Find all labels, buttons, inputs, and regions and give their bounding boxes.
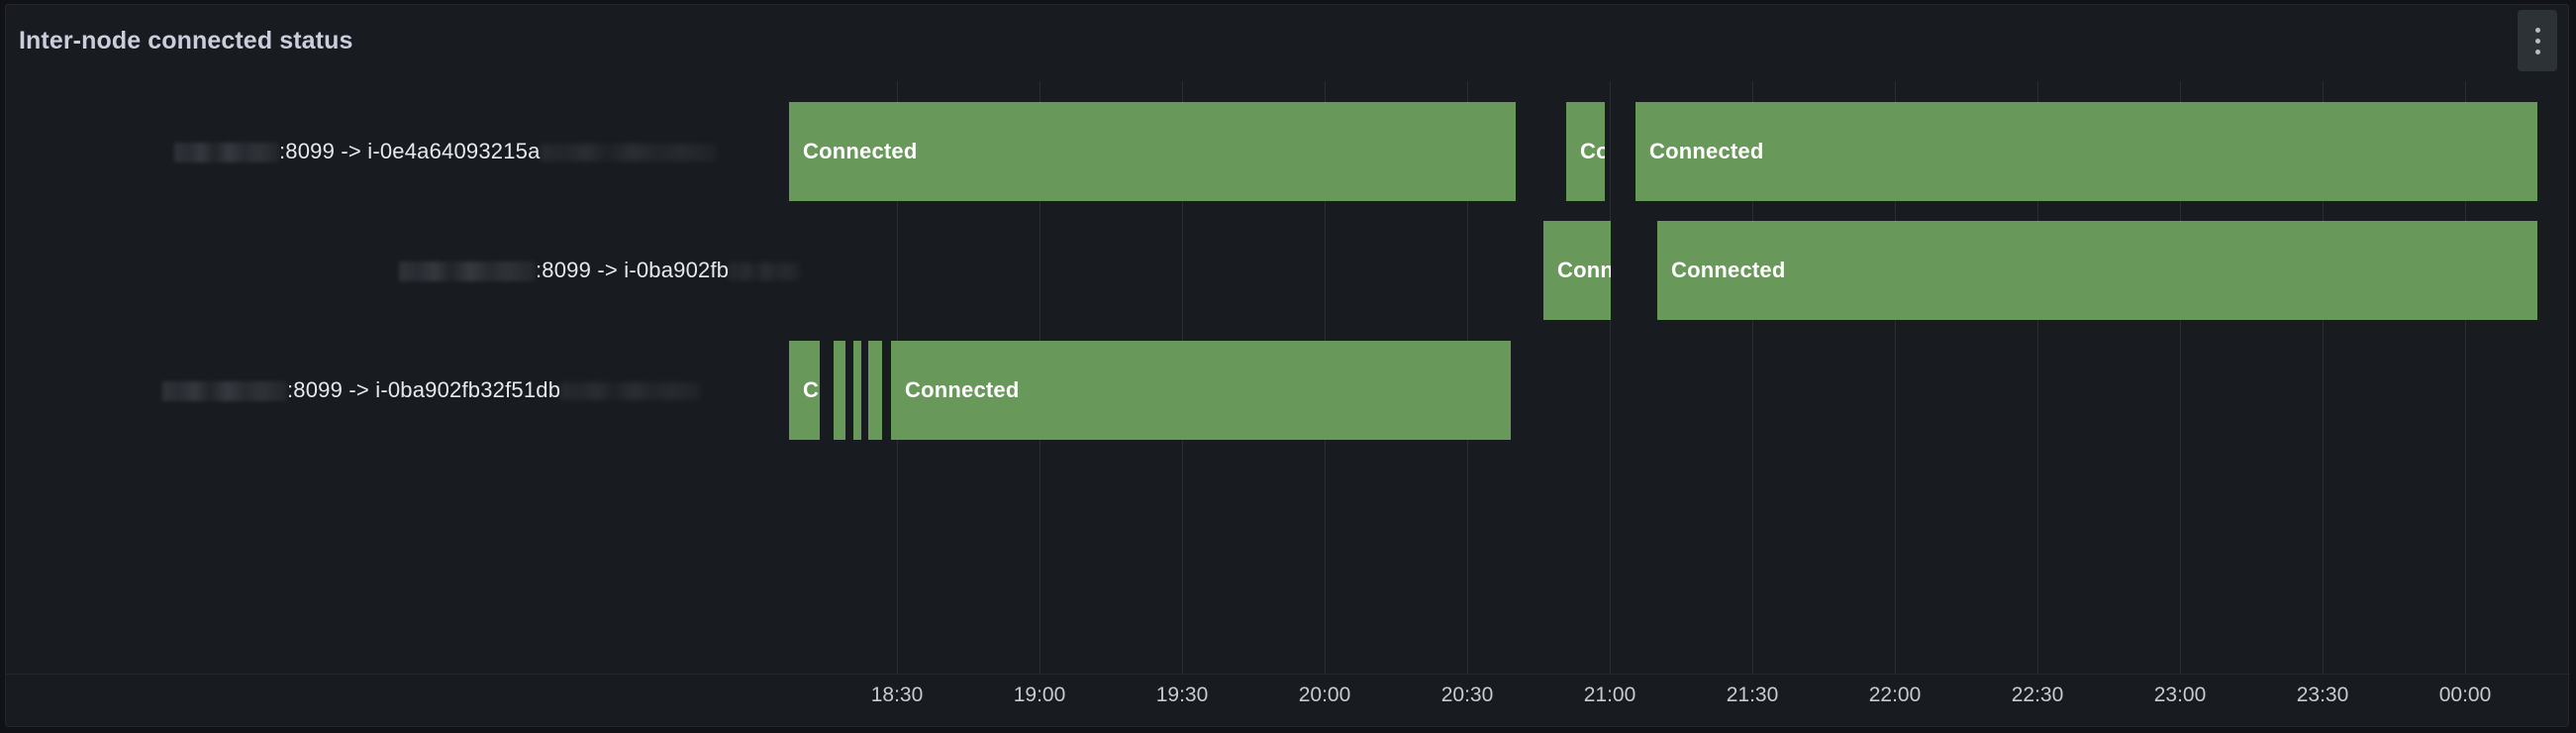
kebab-menu-icon-dot-3 [2534, 49, 2540, 54]
x-axis-tick-label: 20:30 [1440, 683, 1494, 706]
state-bar-connected[interactable]: Connected [1657, 221, 2537, 320]
redacted-host-prefix [174, 143, 279, 163]
series-label: :8099 -> i-0ba902fb32f51db [162, 377, 702, 403]
redacted-host-suffix [729, 262, 801, 281]
state-bar-connected[interactable] [834, 341, 845, 440]
x-axis-baseline [6, 674, 2570, 675]
kebab-menu-icon-dot-2 [2534, 38, 2540, 44]
state-bar-connected[interactable]: Connected [789, 102, 1516, 201]
page-title: Inter-node connected status [19, 27, 353, 54]
series-row: :8099 -> i-0ba902fb32f51db Co Connected [6, 341, 2570, 440]
redacted-host-prefix [399, 262, 536, 282]
state-bar-connected[interactable]: Co [1566, 102, 1605, 201]
state-bar-connected[interactable]: Conn [1543, 221, 1611, 320]
state-bar-label: Connected [905, 377, 1020, 402]
state-bar-label: Co [803, 377, 820, 402]
state-bar-connected[interactable]: Connected [1635, 102, 2537, 201]
x-axis-tick-label: 23:00 [2153, 683, 2207, 706]
panel-menu-button[interactable] [2518, 10, 2557, 71]
series-label-text: :8099 -> i-0e4a64093215a [279, 139, 541, 163]
x-axis-tick-label: 00:00 [2438, 683, 2492, 706]
state-bar-label: Connected [1671, 258, 1786, 282]
state-bar-connected[interactable]: Co [789, 341, 820, 440]
state-bar-label: Connected [803, 139, 918, 163]
x-axis-tick-label: 18:30 [870, 683, 924, 706]
series-row: :8099 -> i-0ba902fb Conn Connected [6, 221, 2570, 320]
redacted-host-prefix [162, 381, 287, 402]
state-bar-label: Conn [1557, 258, 1611, 282]
redacted-host-suffix [560, 382, 702, 401]
series-row: :8099 -> i-0e4a64093215a Connected Co Conne… [6, 102, 2570, 201]
x-axis-tick-label: 23:30 [2296, 683, 2349, 706]
panel-header: Inter-node connected status [6, 5, 2568, 81]
state-bar-label: Connected [1649, 139, 1764, 163]
series-label-text: :8099 -> i-0ba902fb32f51db [287, 377, 561, 402]
series-label-text: :8099 -> i-0ba902fb [536, 258, 730, 282]
timeline-plot-area: 18:30 19:00 19:30 20:00 20:30 21:00 21:30 22:00… [6, 81, 2570, 727]
series-label: :8099 -> i-0ba902fb [399, 258, 801, 283]
series-label: :8099 -> i-0e4a64093215a [174, 139, 717, 164]
redacted-host-suffix [540, 144, 717, 162]
x-axis-tick-label: 21:00 [1583, 683, 1636, 706]
x-axis-tick-label: 22:30 [2011, 683, 2064, 706]
state-bar-connected[interactable] [853, 341, 861, 440]
state-bar-label: Co [1580, 139, 1605, 163]
x-axis-tick-label: 19:00 [1013, 683, 1066, 706]
state-bar-connected[interactable]: Connected [891, 341, 1511, 440]
x-axis-tick-label: 19:30 [1155, 683, 1209, 706]
state-bar-connected[interactable] [868, 341, 882, 440]
x-axis-tick-label: 20:00 [1298, 683, 1351, 706]
x-axis-tick-label: 21:30 [1726, 683, 1779, 706]
x-axis-tick-label: 22:00 [1868, 683, 1922, 706]
kebab-menu-icon-dot-1 [2534, 27, 2540, 33]
timeline-panel: Inter-node connected status 18:30 19:00 19… [5, 4, 2570, 727]
